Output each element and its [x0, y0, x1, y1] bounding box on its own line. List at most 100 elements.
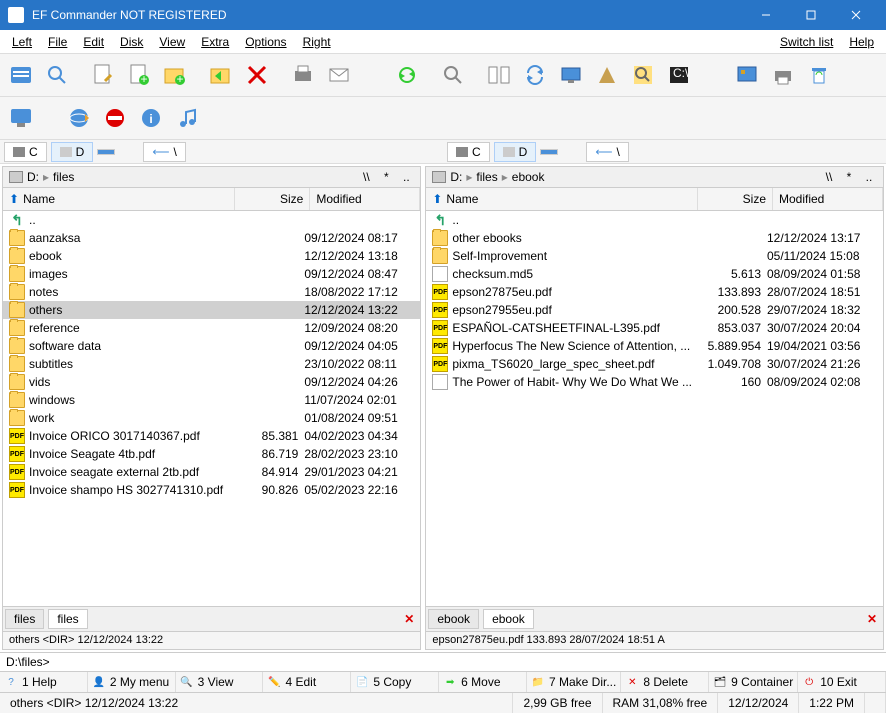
tb-recycle-icon[interactable] [802, 58, 836, 92]
minimize-button[interactable] [743, 0, 788, 30]
fkey-move[interactable]: ➡6 Move [439, 672, 527, 692]
tb-delete-icon[interactable] [240, 58, 274, 92]
tb-edit-icon[interactable] [86, 58, 120, 92]
tb-panel-icon[interactable] [4, 58, 38, 92]
left-root-button[interactable]: ⟵ \ [143, 142, 186, 162]
file-row[interactable]: work 01/08/2024 09:51 [3, 409, 420, 427]
menu-extra[interactable]: Extra [193, 32, 237, 52]
tb-find-icon[interactable] [626, 58, 660, 92]
right-col-name[interactable]: ⬆Name [426, 188, 698, 210]
right-drive-d[interactable]: D [494, 142, 537, 162]
right-close-tab[interactable]: ✕ [861, 612, 883, 626]
file-row[interactable]: PDF Invoice ORICO 3017140367.pdf 85.381 … [3, 427, 420, 445]
right-col-size[interactable]: Size [698, 188, 773, 210]
file-row[interactable]: software data 09/12/2024 04:05 [3, 337, 420, 355]
fkey-edit[interactable]: ✏️4 Edit [263, 672, 351, 692]
tb-mail-icon[interactable] [322, 58, 356, 92]
close-button[interactable] [833, 0, 878, 30]
tb-block-icon[interactable] [98, 101, 132, 135]
left-nav-back[interactable]: \\ [358, 170, 374, 184]
file-row[interactable]: ↰ .. [3, 211, 420, 229]
tb-monitor-icon[interactable] [4, 101, 38, 135]
file-row[interactable]: reference 12/09/2024 08:20 [3, 319, 420, 337]
menu-help[interactable]: Help [841, 32, 882, 52]
fkey-exit[interactable]: ⏻10 Exit [798, 672, 886, 692]
file-row[interactable]: windows 11/07/2024 02:01 [3, 391, 420, 409]
menu-right[interactable]: Right [295, 32, 339, 52]
fkey-help[interactable]: ?1 Help [0, 672, 88, 692]
file-row[interactable]: notes 18/08/2022 17:12 [3, 283, 420, 301]
file-row[interactable]: ebook 12/12/2024 13:18 [3, 247, 420, 265]
left-path-p1[interactable]: files [53, 170, 74, 184]
file-row[interactable]: vids 09/12/2024 04:26 [3, 373, 420, 391]
file-row[interactable]: PDF Invoice shampo HS 3027741310.pdf 90.… [3, 481, 420, 499]
file-row[interactable]: others 12/12/2024 13:22 [3, 301, 420, 319]
right-nav-star[interactable]: * [841, 170, 857, 184]
left-tab-1[interactable]: files [5, 609, 44, 629]
menu-edit[interactable]: Edit [75, 32, 112, 52]
tb-print-icon[interactable] [286, 58, 320, 92]
right-root-button[interactable]: ⟵ \ [586, 142, 629, 162]
tb-desktop-icon[interactable] [554, 58, 588, 92]
tb-printer2-icon[interactable] [766, 58, 800, 92]
file-row[interactable]: PDF Invoice seagate external 2tb.pdf 84.… [3, 463, 420, 481]
file-row[interactable]: PDF Invoice Seagate 4tb.pdf 86.719 28/02… [3, 445, 420, 463]
file-row[interactable]: checksum.md5 5.613 08/09/2024 01:58 [426, 265, 883, 283]
left-col-name[interactable]: ⬆Name [3, 188, 235, 210]
right-path-drive[interactable]: D: [450, 170, 462, 184]
left-nav-star[interactable]: * [378, 170, 394, 184]
left-path-drive[interactable]: D: [27, 170, 39, 184]
tb-refresh-icon[interactable] [390, 58, 424, 92]
right-tab-2[interactable]: ebook [483, 609, 534, 629]
tb-network-icon[interactable] [62, 101, 96, 135]
left-close-tab[interactable]: ✕ [398, 612, 420, 626]
menu-file[interactable]: File [40, 32, 75, 52]
left-drive-c[interactable]: C [4, 142, 47, 162]
left-drive-tile-icon[interactable] [97, 149, 115, 155]
tb-folder-back-icon[interactable] [204, 58, 238, 92]
fkey-copy[interactable]: 📄5 Copy [351, 672, 439, 692]
tb-new-folder-icon[interactable]: + [158, 58, 192, 92]
fkey-mymenu[interactable]: 👤2 My menu [88, 672, 176, 692]
right-file-list[interactable]: ↰ .. other ebooks 12/12/2024 13:17 Self-… [426, 211, 883, 606]
left-col-mod[interactable]: Modified [310, 188, 420, 210]
tb-compare-icon[interactable] [482, 58, 516, 92]
tb-search-icon[interactable] [40, 58, 74, 92]
menu-view[interactable]: View [151, 32, 193, 52]
menu-switch-list[interactable]: Switch list [772, 32, 841, 52]
right-nav-dots[interactable]: .. [861, 170, 877, 184]
menu-disk[interactable]: Disk [112, 32, 151, 52]
right-path-p1[interactable]: files [476, 170, 497, 184]
file-row[interactable]: PDF ESPAÑOL-CATSHEETFINAL-L395.pdf 853.0… [426, 319, 883, 337]
tb-screen-icon[interactable] [730, 58, 764, 92]
tb-music-icon[interactable] [170, 101, 204, 135]
file-row[interactable]: PDF pixma_TS6020_large_spec_sheet.pdf 1.… [426, 355, 883, 373]
cmd-input[interactable] [50, 655, 880, 669]
right-tab-1[interactable]: ebook [428, 609, 479, 629]
file-row[interactable]: other ebooks 12/12/2024 13:17 [426, 229, 883, 247]
tb-pyramid-icon[interactable] [590, 58, 624, 92]
file-row[interactable]: images 09/12/2024 08:47 [3, 265, 420, 283]
right-col-mod[interactable]: Modified [773, 188, 883, 210]
file-row[interactable]: PDF Hyperfocus The New Science of Attent… [426, 337, 883, 355]
tb-sync-icon[interactable] [518, 58, 552, 92]
file-row[interactable]: subtitles 23/10/2022 08:11 [3, 355, 420, 373]
left-file-list[interactable]: ↰ .. aanzaksa 09/12/2024 08:17 ebook 12/… [3, 211, 420, 606]
left-nav-dots[interactable]: .. [398, 170, 414, 184]
fkey-container[interactable]: 🗂9 Container [709, 672, 798, 692]
right-drive-c[interactable]: C [447, 142, 490, 162]
file-row[interactable]: The Power of Habit- Why We Do What We ..… [426, 373, 883, 391]
fkey-mkdir[interactable]: 📁7 Make Dir... [527, 672, 621, 692]
file-row[interactable]: ↰ .. [426, 211, 883, 229]
maximize-button[interactable] [788, 0, 833, 30]
right-drive-tile-icon[interactable] [540, 149, 558, 155]
file-row[interactable]: PDF epson27875eu.pdf 133.893 28/07/2024 … [426, 283, 883, 301]
left-col-size[interactable]: Size [235, 188, 310, 210]
tb-info-icon[interactable]: i [134, 101, 168, 135]
menu-left[interactable]: Left [4, 32, 40, 52]
file-row[interactable]: Self-Improvement 05/11/2024 15:08 [426, 247, 883, 265]
fkey-delete[interactable]: ✕8 Delete [621, 672, 709, 692]
right-nav-back[interactable]: \\ [821, 170, 837, 184]
right-path-p2[interactable]: ebook [512, 170, 545, 184]
menu-options[interactable]: Options [237, 32, 294, 52]
